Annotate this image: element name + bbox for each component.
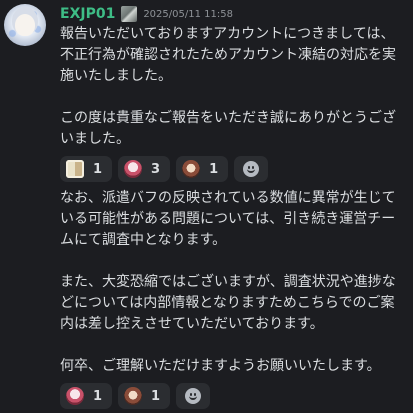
smile-icon	[243, 161, 260, 177]
sticker-emoji-icon	[66, 160, 84, 178]
pink-character-emoji-icon	[66, 387, 84, 405]
reaction-pink-character[interactable]: 1	[60, 383, 113, 409]
reaction-brown-character[interactable]: 1	[118, 383, 171, 409]
reaction-count: 1	[93, 161, 103, 177]
reaction-bar: 1 1	[60, 383, 405, 409]
message-body: 報告いただいておりますアカウントにつきましては、不正行為が確認されたためアカウン…	[60, 24, 405, 413]
brown-character-emoji-icon	[124, 387, 143, 405]
reaction-pink-character[interactable]: 3	[118, 156, 171, 182]
message-timestamp: 2025/05/11 11:58	[143, 8, 233, 20]
reaction-brown-character[interactable]: 1	[176, 156, 229, 182]
smile-icon	[185, 388, 202, 404]
pink-character-emoji-icon	[124, 160, 143, 178]
message-paragraph: 何卒、ご理解いただけますようお願いいたします。	[60, 358, 381, 374]
reaction-count: 1	[151, 388, 161, 404]
reaction-sticker[interactable]: 1	[60, 156, 113, 182]
message-paragraph: 報告いただいておりますアカウントにつきましては、不正行為が確認されたためアカウン…	[60, 26, 396, 84]
chat-message: EXJP01 2025/05/11 11:58 報告いただいておりますアカウント…	[0, 0, 413, 413]
message-header: EXJP01 2025/05/11 11:58	[60, 4, 233, 24]
reaction-count: 1	[209, 161, 219, 177]
message-paragraph: なお、派遣バフの反映されている数値に異常が生じている可能性がある問題については、…	[60, 190, 396, 248]
role-badge-icon[interactable]	[121, 6, 138, 22]
avatar-face	[15, 14, 35, 36]
message-paragraph: この度は貴重なご報告をいただき誠にありがとうございました。	[60, 110, 396, 147]
brown-character-emoji-icon	[182, 160, 201, 178]
add-reaction-button[interactable]	[234, 156, 269, 182]
message-paragraph: また、大変恐縮ではございますが、調査状況や進捗などについては内部情報となりますた…	[60, 274, 396, 332]
author-name[interactable]: EXJP01	[60, 6, 115, 22]
add-reaction-button[interactable]	[176, 383, 211, 409]
author-avatar[interactable]	[4, 4, 46, 46]
reaction-count: 3	[151, 161, 161, 177]
reaction-bar: 1 3 1	[60, 156, 405, 182]
reaction-count: 1	[93, 388, 103, 404]
